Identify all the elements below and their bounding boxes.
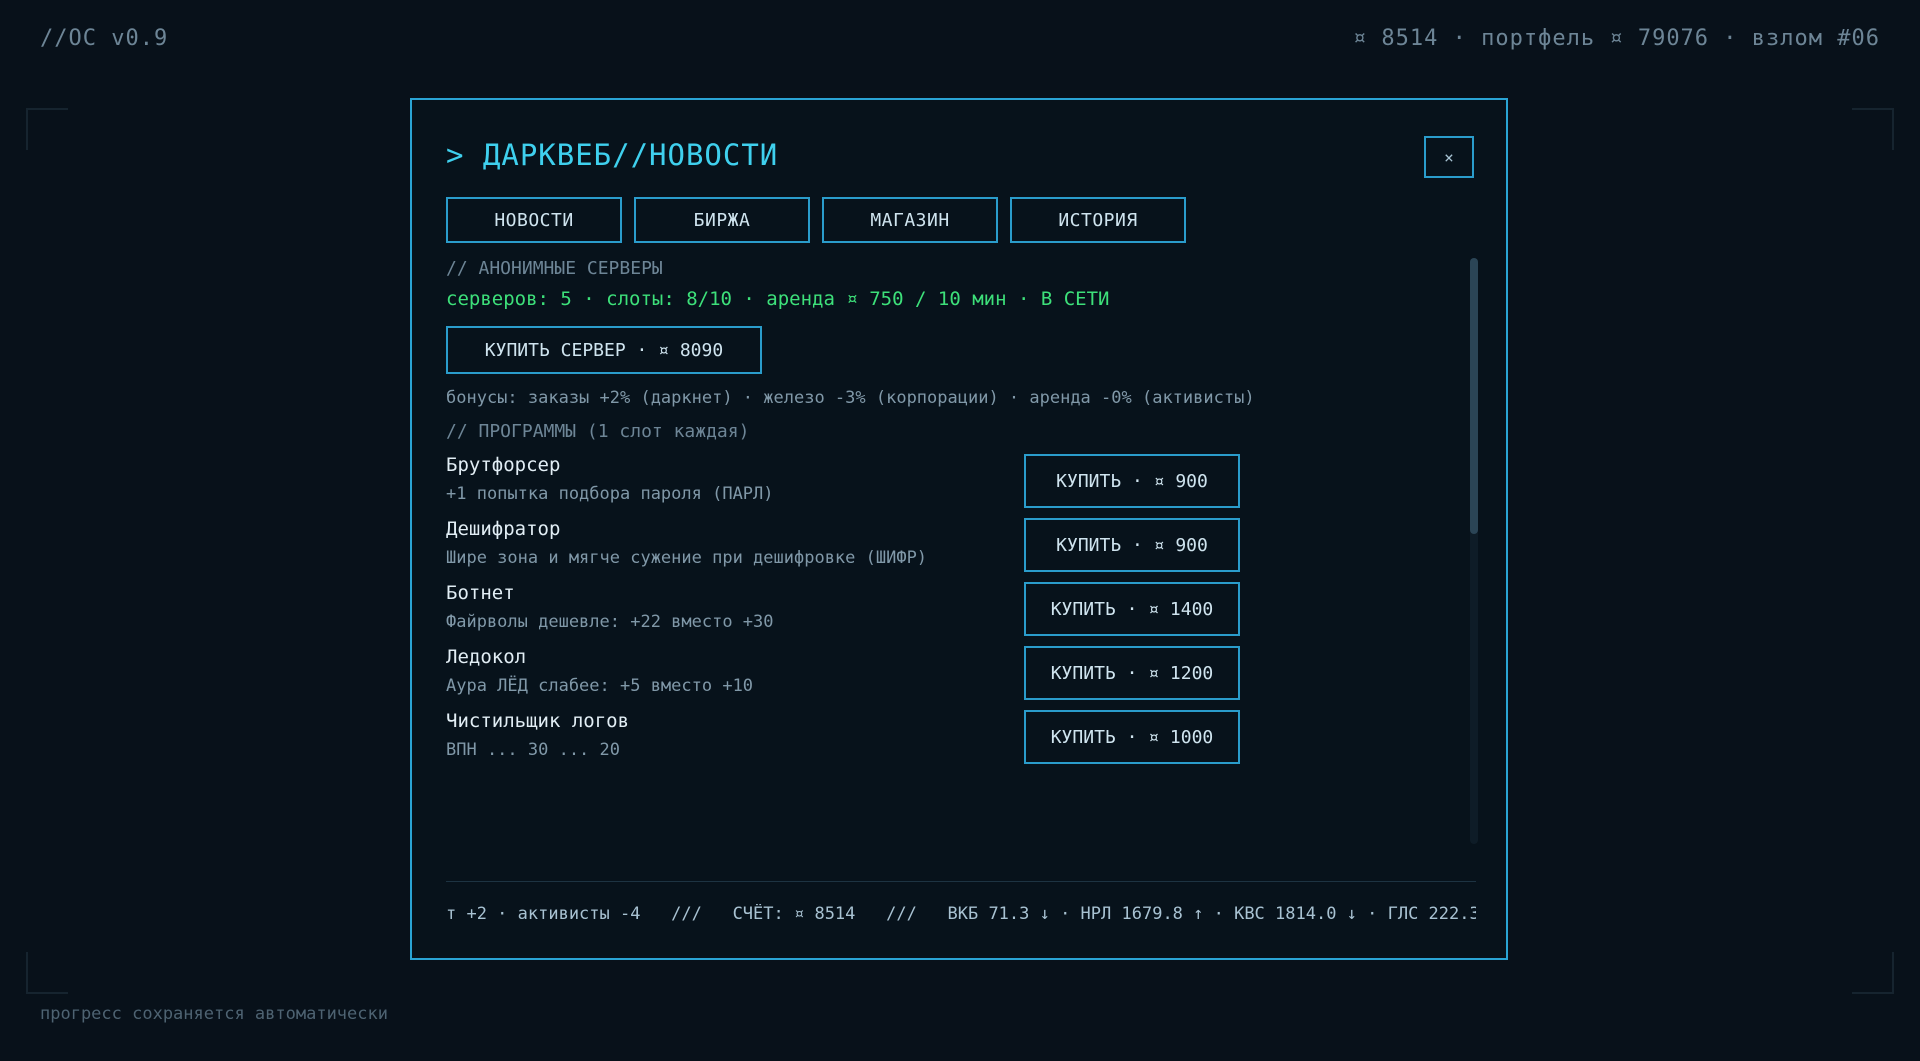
program-desc: +1 попытка подбора пароля (ПАРЛ) [446, 484, 774, 504]
autosave-note: прогресс сохраняется автоматически [40, 1004, 388, 1024]
buy-program-button[interactable]: КУПИТЬ · ¤ 1200 [1024, 646, 1240, 700]
close-button[interactable]: × [1424, 136, 1474, 178]
tab-news[interactable]: НОВОСТИ [446, 197, 622, 243]
tab-exchange[interactable]: БИРЖА [634, 197, 810, 243]
market-ticker: т +2 · активисты -4 /// СЧЁТ: ¤ 8514 ///… [446, 904, 1476, 924]
bonus-line: бонусы: заказы +2% (даркнет) · железо -3… [446, 388, 1255, 408]
program-desc: Файрволы дешевле: +22 вместо +30 [446, 612, 774, 632]
frame-corner [1852, 952, 1894, 994]
program-name: Брутфорсер [446, 454, 561, 476]
program-item: Ледокол Аура ЛЁД слабее: +5 вместо +10 К… [446, 646, 1476, 704]
tab-history[interactable]: ИСТОРИЯ [1010, 197, 1186, 243]
scroll-thumb[interactable] [1470, 258, 1478, 534]
program-item: Чистильщик логов ВПН ... 30 ... 20 КУПИТ… [446, 710, 1476, 768]
program-desc: ВПН ... 30 ... 20 [446, 740, 620, 760]
buy-program-button[interactable]: КУПИТЬ · ¤ 900 [1024, 454, 1240, 508]
program-desc: Аура ЛЁД слабее: +5 вместо +10 [446, 676, 754, 696]
tab-bar: НОВОСТИ БИРЖА МАГАЗИН ИСТОРИЯ [446, 197, 1186, 243]
program-name: Ледокол [446, 646, 527, 668]
program-desc: Шире зона и мягче сужение при дешифровке… [446, 548, 928, 568]
program-item: Дешифратор Шире зона и мягче сужение при… [446, 518, 1476, 576]
servers-section-label: // АНОНИМНЫЕ СЕРВЕРЫ [446, 258, 663, 279]
modal-title: > ДАРКВЕБ//НОВОСТИ [446, 138, 779, 172]
os-version-label: //ОС v0.9 [40, 26, 169, 51]
program-name: Ботнет [446, 582, 515, 604]
buy-program-button[interactable]: КУПИТЬ · ¤ 1400 [1024, 582, 1240, 636]
desktop: //ОС v0.9 ¤ 8514 · портфель ¤ 79076 · вз… [0, 0, 1920, 1061]
frame-corner [26, 108, 68, 150]
buy-server-button[interactable]: КУПИТЬ СЕРВЕР · ¤ 8090 [446, 326, 762, 374]
programs-section-label: // ПРОГРАММЫ (1 слот каждая) [446, 421, 750, 442]
program-name: Чистильщик логов [446, 710, 630, 732]
program-name: Дешифратор [446, 518, 561, 540]
server-status: серверов: 5 · слоты: 8/10 · аренда ¤ 750… [446, 288, 1110, 310]
balance-status: ¤ 8514 · портфель ¤ 79076 · взлом #06 [1352, 26, 1880, 51]
frame-corner [1852, 108, 1894, 150]
divider [446, 881, 1476, 882]
program-item: Ботнет Файрволы дешевле: +22 вместо +30 … [446, 582, 1476, 640]
scroll-content[interactable]: // АНОНИМНЫЕ СЕРВЕРЫ серверов: 5 · слоты… [446, 252, 1476, 846]
program-item: Брутфорсер +1 попытка подбора пароля (ПА… [446, 454, 1476, 512]
buy-program-button[interactable]: КУПИТЬ · ¤ 1000 [1024, 710, 1240, 764]
buy-program-button[interactable]: КУПИТЬ · ¤ 900 [1024, 518, 1240, 572]
frame-corner [26, 952, 68, 994]
scrollbar[interactable] [1470, 258, 1478, 844]
darkweb-modal: > ДАРКВЕБ//НОВОСТИ × НОВОСТИ БИРЖА МАГАЗ… [410, 98, 1508, 960]
tab-shop[interactable]: МАГАЗИН [822, 197, 998, 243]
